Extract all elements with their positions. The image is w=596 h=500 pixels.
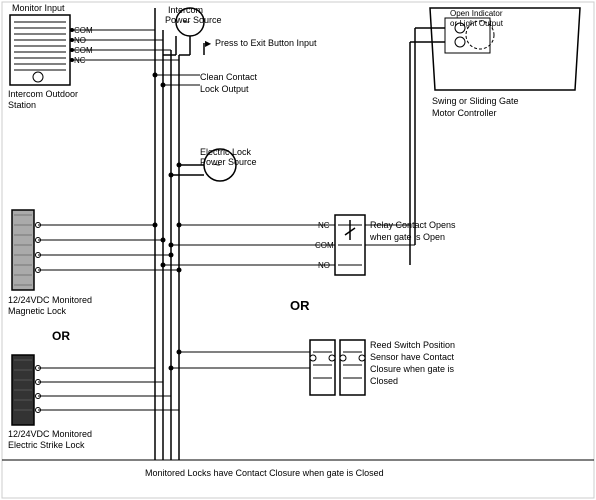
svg-text:Open Indicator: Open Indicator <box>450 9 503 18</box>
svg-text:Power Source: Power Source <box>165 15 222 25</box>
svg-text:Sensor have Contact: Sensor have Contact <box>370 352 455 362</box>
svg-text:when gate is Open: when gate is Open <box>369 232 445 242</box>
svg-text:Intercom Outdoor: Intercom Outdoor <box>8 89 78 99</box>
svg-text:Monitored Locks have Contact C: Monitored Locks have Contact Closure whe… <box>145 468 384 478</box>
svg-text:Magnetic Lock: Magnetic Lock <box>8 306 67 316</box>
svg-text:▶: ▶ <box>205 39 212 48</box>
svg-text:OR: OR <box>52 329 70 343</box>
svg-text:OR: OR <box>290 298 310 313</box>
svg-text:Electric Strike Lock: Electric Strike Lock <box>8 440 85 450</box>
svg-text:12/24VDC Monitored: 12/24VDC Monitored <box>8 429 92 439</box>
svg-text:or Light Output: or Light Output <box>450 19 504 28</box>
svg-text:Station: Station <box>8 100 36 110</box>
svg-text:Electric Lock: Electric Lock <box>200 147 252 157</box>
svg-text:Press to Exit Button Input: Press to Exit Button Input <box>215 38 317 48</box>
svg-text:Closure when gate is: Closure when gate is <box>370 364 455 374</box>
svg-text:Clean Contact: Clean Contact <box>200 72 258 82</box>
svg-text:Reed Switch Position: Reed Switch Position <box>370 340 455 350</box>
svg-text:12/24VDC Monitored: 12/24VDC Monitored <box>8 295 92 305</box>
wiring-diagram: Monitor Input COM NO COM NC Intercom Out… <box>0 0 596 500</box>
svg-text:Intercom: Intercom <box>168 5 203 15</box>
svg-text:Monitor Input: Monitor Input <box>12 3 65 13</box>
svg-text:Closed: Closed <box>370 376 398 386</box>
svg-text:Lock Output: Lock Output <box>200 84 249 94</box>
svg-text:Motor Controller: Motor Controller <box>432 108 497 118</box>
svg-text:Swing or Sliding Gate: Swing or Sliding Gate <box>432 96 519 106</box>
svg-text:Power Source: Power Source <box>200 157 257 167</box>
